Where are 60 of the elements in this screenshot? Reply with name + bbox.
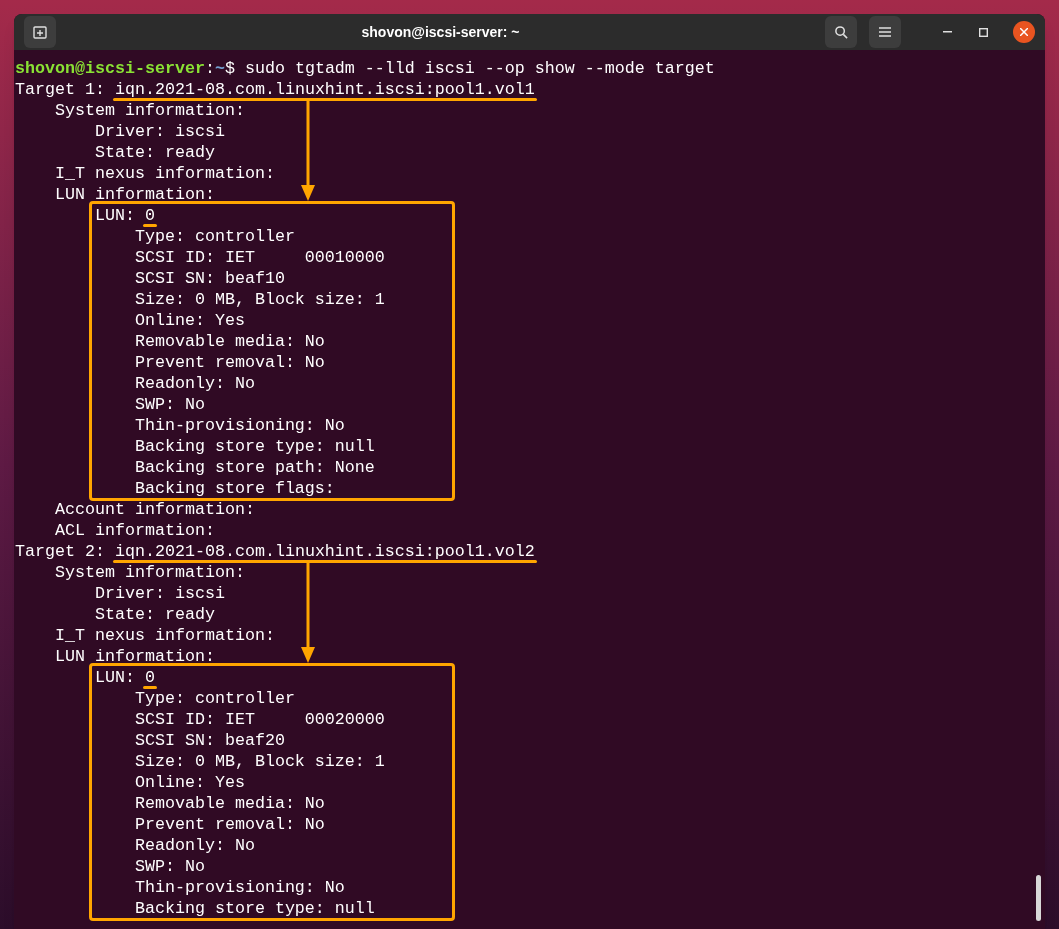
minimize-icon <box>942 31 952 33</box>
terminal-text: Thin-provisioning: No <box>133 878 345 897</box>
terminal-text: Thin-provisioning: No <box>133 416 345 435</box>
terminal-text: Online: Yes <box>133 773 245 792</box>
new-tab-button[interactable] <box>24 16 56 48</box>
terminal-text: 0 <box>144 206 155 225</box>
terminal-text: SCSI ID: IET 00020000 <box>133 710 385 729</box>
terminal-text: Prevent removal: No <box>133 815 325 834</box>
terminal-text: State: ready <box>93 143 215 162</box>
terminal-text: iqn.2021-08.com.linuxhint.iscsi:pool1.vol1 <box>114 80 535 99</box>
terminal-text: 0 <box>144 668 155 687</box>
terminal-text: LUN information: <box>53 647 215 666</box>
prompt-path: ~ <box>214 59 225 78</box>
scrollbar <box>1036 875 1041 921</box>
terminal-text: ACL information: <box>53 521 215 540</box>
maximize-icon <box>978 27 988 37</box>
terminal-text: LUN: <box>93 668 136 687</box>
close-button[interactable] <box>1013 21 1035 43</box>
terminal-text: LUN information: <box>53 185 215 204</box>
terminal-text: Removable media: No <box>133 794 325 813</box>
terminal-text: Type: controller <box>133 227 295 246</box>
terminal-text: iqn.2021-08.com.linuxhint.iscsi:pool1.vol2 <box>114 542 535 561</box>
terminal-text: Backing store path: None <box>133 458 375 477</box>
terminal-text: : <box>204 59 215 78</box>
terminal-text: Driver: iscsi <box>93 122 225 141</box>
terminal-text: Backing store type: null <box>133 899 375 918</box>
terminal-text: State: ready <box>93 605 215 624</box>
terminal-text: System information: <box>53 101 245 120</box>
terminal-text: SWP: No <box>133 395 205 414</box>
terminal-text: Account information: <box>53 500 255 519</box>
terminal-text: Size: 0 MB, Block size: 1 <box>133 752 385 771</box>
terminal-text: System information: <box>53 563 245 582</box>
search-button[interactable] <box>825 16 857 48</box>
terminal-text: Type: controller <box>133 689 295 708</box>
terminal-text: SCSI ID: IET 00010000 <box>133 248 385 267</box>
terminal-text: Prevent removal: No <box>133 353 325 372</box>
terminal-text: Backing store type: null <box>133 437 375 456</box>
terminal-text: SCSI SN: beaf20 <box>133 731 285 750</box>
search-icon <box>833 24 849 40</box>
terminal-text: Driver: iscsi <box>93 584 225 603</box>
terminal-text: Size: 0 MB, Block size: 1 <box>133 290 385 309</box>
terminal-text: Removable media: No <box>133 332 325 351</box>
terminal-text: SCSI SN: beaf10 <box>133 269 285 288</box>
terminal-text: Readonly: No <box>133 374 255 393</box>
menu-icon <box>879 27 891 37</box>
menu-button[interactable] <box>869 16 901 48</box>
terminal-text: SWP: No <box>133 857 205 876</box>
window-title: shovon@iscsi-server: ~ <box>361 22 520 42</box>
terminal-text: $ sudo tgtadm --lld iscsi --op show --mode target <box>224 59 715 78</box>
terminal-text: LUN: <box>93 206 136 225</box>
terminal-text: Backing store flags: <box>133 479 335 498</box>
terminal-text: I_T nexus information: <box>53 626 275 645</box>
terminal-text: Target 1: <box>15 80 106 99</box>
terminal-text: I_T nexus information: <box>53 164 275 183</box>
terminal-text: Online: Yes <box>133 311 245 330</box>
prompt-user-host: shovon@iscsi-server <box>15 59 205 78</box>
new-tab-icon <box>33 25 47 39</box>
terminal-text: Target 2: <box>15 542 106 561</box>
close-icon <box>1020 28 1028 36</box>
terminal-text: Readonly: No <box>133 836 255 855</box>
